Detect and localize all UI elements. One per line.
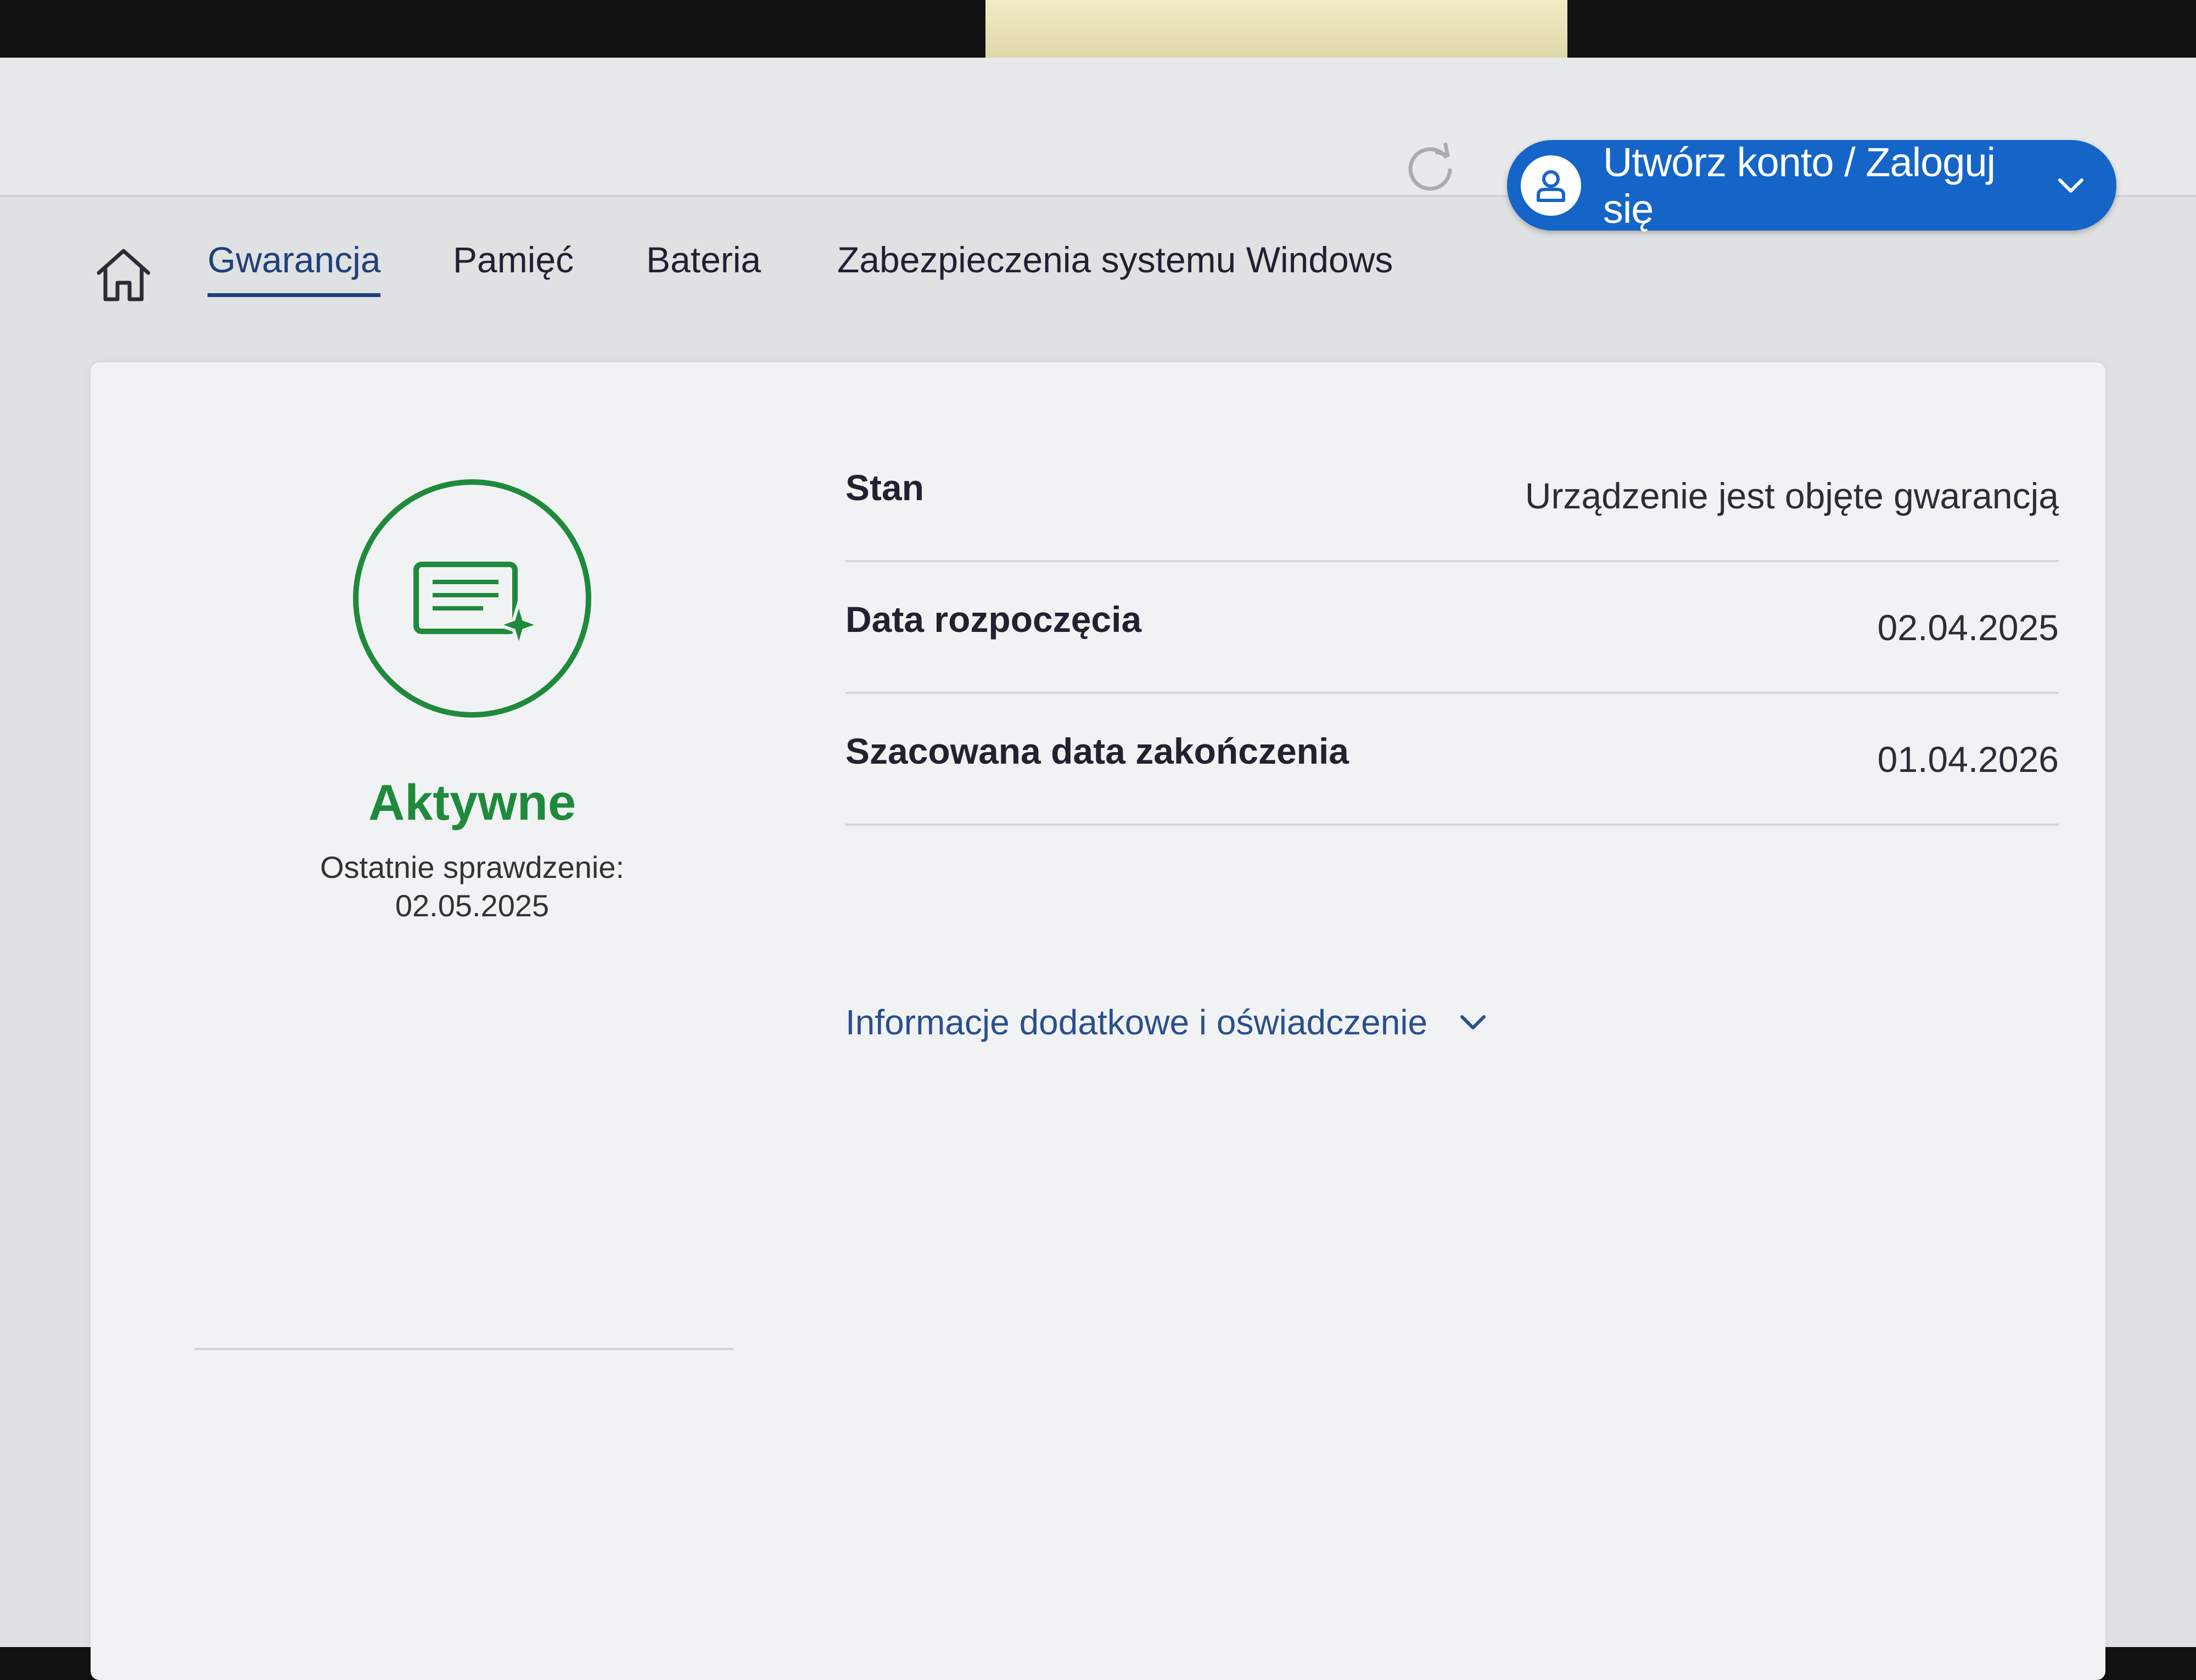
- detail-label: Szacowana data zakończenia: [845, 731, 1349, 771]
- app-window: Utwórz konto / Zaloguj się Gwarancja Pam…: [0, 58, 2196, 1680]
- account-button-label: Utwórz konto / Zaloguj się: [1603, 139, 1996, 232]
- last-check: Ostatnie sprawdzenie: 02.05.2025: [255, 848, 689, 925]
- top-bar: Utwórz konto / Zaloguj się: [0, 58, 2196, 232]
- detail-row-stan: Stan Urządzenie jest objęte gwarancją: [845, 428, 2059, 562]
- chevron-down-icon: [1460, 1015, 1486, 1029]
- chevron-down-icon: [2058, 178, 2084, 193]
- account-button[interactable]: Utwórz konto / Zaloguj się: [1507, 139, 2116, 232]
- detail-row-end-date: Szacowana data zakończenia 01.04.2026: [845, 692, 2059, 826]
- detail-value: 02.04.2025: [1877, 607, 2059, 648]
- last-check-label: Ostatnie sprawdzenie:: [320, 850, 625, 884]
- tab-gwarancja[interactable]: Gwarancja: [208, 239, 381, 297]
- detail-row-start-date: Data rozpoczęcia 02.04.2025: [845, 560, 2059, 694]
- warranty-card: Aktywne Ostatnie sprawdzenie: 02.05.2025…: [91, 362, 2105, 1680]
- detail-label: Data rozpoczęcia: [845, 599, 1142, 640]
- more-info-label: Informacje dodatkowe i oświadczenie: [845, 1003, 1428, 1042]
- tab-bateria[interactable]: Bateria: [646, 239, 761, 281]
- detail-value: Urządzenie jest objęte gwarancją: [1525, 475, 2059, 516]
- user-icon: [1521, 155, 1581, 216]
- detail-label: Stan: [845, 467, 925, 508]
- tab-zabezpieczenia[interactable]: Zabezpieczenia systemu Windows: [837, 239, 1393, 281]
- detail-value: 01.04.2026: [1877, 739, 2059, 780]
- tab-pamiec[interactable]: Pamięć: [453, 239, 574, 281]
- last-check-date: 02.05.2025: [395, 888, 550, 923]
- divider: [195, 1348, 733, 1350]
- more-info-link[interactable]: Informacje dodatkowe i oświadczenie: [845, 1002, 1488, 1043]
- tab-bar: Gwarancja Pamięć Bateria Zabezpieczenia …: [0, 239, 2196, 338]
- status-title: Aktywne: [368, 775, 576, 831]
- certificate-icon: [353, 479, 591, 718]
- refresh-icon[interactable]: [1403, 140, 1458, 195]
